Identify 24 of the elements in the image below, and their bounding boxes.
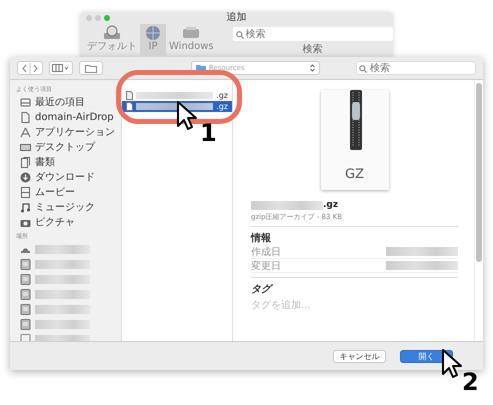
info-label: 変更日 xyxy=(251,260,281,272)
step-number: 2 xyxy=(462,370,479,394)
sidebar-item[interactable]: ミュージック xyxy=(35,202,95,214)
search-field[interactable]: 検索 xyxy=(232,27,393,41)
sidebar-item[interactable]: ムービー xyxy=(35,186,75,198)
search-label: 検索 xyxy=(302,44,323,56)
sidebar-item[interactable]: ピクチャ xyxy=(35,216,75,228)
sidebar-item[interactable]: アプリケーション xyxy=(35,126,115,138)
step-number: 1 xyxy=(200,121,217,145)
search-field[interactable]: 検索 xyxy=(356,61,476,75)
sidebar-item[interactable]: 最近の項目 xyxy=(35,96,85,108)
sidebar-item[interactable]: 書類 xyxy=(35,156,55,168)
info-heading: 情報 xyxy=(251,232,272,245)
file-name: .gz xyxy=(323,200,338,210)
info-label: 作成日 xyxy=(251,246,281,258)
sidebar-item[interactable]: ダウンロード xyxy=(35,172,95,184)
file-row[interactable]: .gz xyxy=(122,90,232,101)
file-type-label: GZ xyxy=(345,167,364,182)
cancel-button[interactable]: キャンセル xyxy=(333,350,386,362)
sidebar-item[interactable]: domain-AirDrop xyxy=(35,112,114,124)
tags-heading: タグ xyxy=(251,283,274,296)
sidebar-item[interactable]: デスクトップ xyxy=(35,142,95,154)
file-row[interactable]: .gz xyxy=(122,101,232,112)
window-title: 追加 xyxy=(226,12,246,24)
